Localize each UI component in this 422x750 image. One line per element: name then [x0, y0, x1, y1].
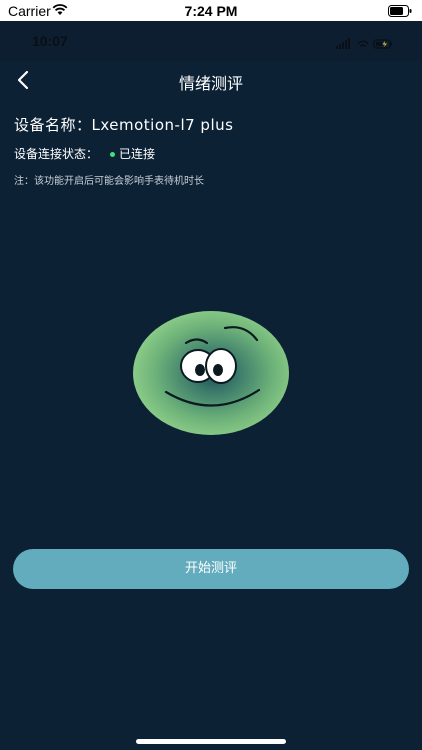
start-assessment-button[interactable]: 开始测评	[13, 549, 409, 589]
inner-status-bar: 10:07	[0, 21, 422, 61]
charging-battery-icon	[373, 39, 392, 49]
connected-dot-icon	[110, 151, 116, 157]
battery-note: 注：该功能开启后可能会影响手表待机时长	[14, 176, 204, 187]
page-title: 情绪测评	[178, 74, 243, 93]
signal-icon	[336, 38, 350, 49]
battery-icon	[388, 4, 412, 22]
inner-status-time: 10:07	[32, 33, 68, 49]
device-name-value: Lxemotion-l7 plus	[91, 116, 234, 134]
device-name-row: 设备名称：Lxemotion-l7 plus	[14, 114, 233, 135]
navigation-bar: 情绪测评	[0, 60, 422, 100]
ios-status-bar: Carrier 7:24 PM	[0, 0, 422, 21]
device-name-label: 设备名称：	[14, 116, 92, 134]
inner-wifi-icon	[357, 40, 369, 48]
connection-status-row: 设备连接状态： 已连接	[14, 145, 155, 162]
connection-status-value: 已连接	[119, 147, 156, 161]
home-indicator[interactable]	[136, 739, 286, 744]
inner-status-icons	[336, 35, 394, 54]
status-time: 7:24 PM	[184, 3, 238, 19]
smiley-face-icon	[131, 310, 291, 436]
connection-status-label: 设备连接状态：	[14, 147, 99, 161]
